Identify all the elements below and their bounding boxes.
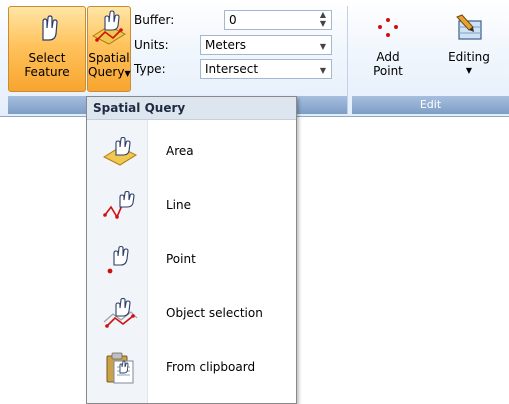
menu-item-label: Point — [166, 252, 196, 266]
units-select[interactable]: Meters ▼ — [200, 35, 332, 55]
area-query-icon — [100, 134, 140, 170]
menu-item-label: From clipboard — [166, 360, 256, 374]
editing-icon — [436, 6, 502, 50]
menu-item-label: Area — [166, 144, 194, 158]
line-query-icon — [100, 188, 140, 224]
spatial-query-menu: Spatial Query Area Line Point Object sel… — [86, 96, 297, 404]
menu-item-object-selection[interactable]: Object selection — [88, 289, 295, 339]
spatial-query-label-2: Query▼ — [88, 65, 131, 81]
select-feature-label-1: Select — [28, 51, 66, 65]
menu-item-point[interactable]: Point — [88, 235, 295, 285]
type-value: Intersect — [205, 62, 259, 76]
edit-group-bar: Edit — [352, 96, 509, 114]
group-separator — [347, 6, 348, 114]
point-query-icon — [100, 242, 140, 278]
edit-group-label: Edit — [419, 98, 442, 111]
type-select[interactable]: Intersect ▼ — [200, 59, 332, 79]
buffer-label: Buffer: — [134, 13, 175, 27]
object-selection-icon — [100, 296, 140, 332]
spatial-query-button[interactable]: Spatial Query▼ — [87, 6, 131, 92]
units-value: Meters — [205, 38, 247, 52]
spatial-query-label-text: Query — [88, 65, 125, 79]
menu-item-label: Line — [166, 198, 192, 212]
spatial-query-icon — [88, 7, 130, 51]
add-point-button[interactable]: Add Point — [360, 6, 416, 92]
select-feature-label-2: Feature — [24, 65, 70, 79]
dropdown-arrow-icon: ▼ — [124, 69, 131, 78]
spatial-query-label-1: Spatial — [88, 51, 130, 65]
editing-button[interactable]: Editing ▼ — [436, 6, 502, 92]
type-label: Type: — [134, 62, 166, 76]
chevron-down-icon: ▼ — [319, 66, 326, 75]
editing-label: Editing — [448, 50, 490, 64]
select-feature-button[interactable]: Select Feature — [8, 6, 86, 92]
chevron-down-icon: ▼ — [319, 42, 326, 51]
menu-item-label: Object selection — [166, 306, 263, 320]
dropdown-arrow-icon: ▼ — [465, 66, 473, 75]
add-point-icon — [360, 6, 416, 50]
spinner-down-icon[interactable]: ▼ — [320, 20, 326, 28]
menu-item-from-clipboard[interactable]: From clipboard — [88, 343, 295, 393]
clipboard-icon — [100, 350, 140, 386]
menu-item-line[interactable]: Line — [88, 181, 295, 231]
menu-title: Spatial Query — [87, 97, 296, 120]
buffer-value: 0 — [229, 13, 237, 27]
add-point-label-2: Point — [373, 64, 403, 78]
units-label: Units: — [134, 38, 169, 52]
menu-item-area[interactable]: Area — [88, 127, 295, 177]
add-point-label-1: Add — [376, 50, 400, 64]
spinner-up-icon[interactable]: ▲ — [320, 11, 326, 19]
select-cursor-icon — [9, 7, 85, 51]
buffer-spinner[interactable]: 0 ▲ ▼ — [224, 10, 332, 30]
